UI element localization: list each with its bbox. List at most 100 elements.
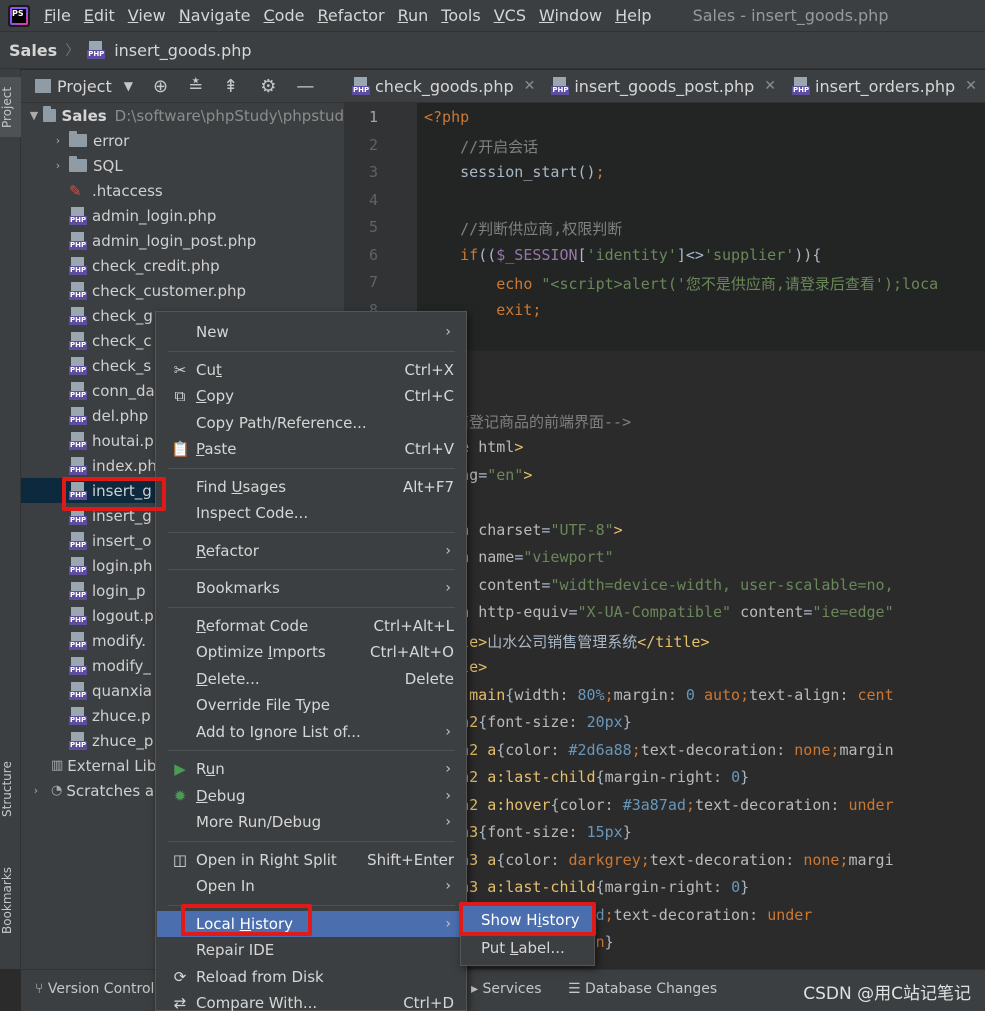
tree-item-label: admin_login_post.php	[92, 231, 257, 250]
menu-item-more-run-debug[interactable]: More Run/Debug ›	[157, 809, 465, 835]
tree-item-label: insert_g	[92, 481, 152, 500]
menu-item-delete[interactable]: Delete... Delete	[157, 666, 465, 692]
menu-item-reformat-code[interactable]: Reformat Code Ctrl+Alt+L	[157, 613, 465, 639]
editor-tab-check-goods-php[interactable]: check_goods.php ✕	[344, 70, 543, 102]
menu-window[interactable]: Window	[539, 6, 602, 25]
menu-help[interactable]: Help	[615, 6, 651, 25]
phpstorm-logo-icon: PS	[8, 4, 30, 27]
menu-view[interactable]: View	[128, 6, 166, 25]
menu-items: File Edit View Navigate Code Refactor Run Tools…	[44, 6, 665, 25]
chevron-down-icon[interactable]: ▼	[124, 79, 133, 93]
code-line: <?php	[424, 108, 470, 126]
menu-item-shortcut: Ctrl+X	[404, 360, 454, 379]
database-changes-tab[interactable]: ☰ Database Changes	[568, 981, 717, 997]
collapse-all-icon[interactable]: ⇞	[223, 76, 238, 97]
menu-item-bookmarks[interactable]: Bookmarks ›	[157, 575, 465, 601]
hide-icon[interactable]: —	[296, 76, 314, 97]
menu-item-repair-ide[interactable]: Repair IDE	[157, 937, 465, 963]
gear-icon[interactable]: ⚙	[260, 76, 276, 97]
submenu-item-show-history[interactable]: Show History	[462, 906, 593, 934]
menu-item-label: Copy Path/Reference...	[196, 413, 367, 432]
tree-file[interactable]: admin_login_post.php	[21, 228, 344, 253]
tree-file[interactable]: admin_login.php	[21, 203, 344, 228]
menu-item-copy-path-reference[interactable]: Copy Path/Reference...	[157, 410, 465, 436]
tree-root[interactable]: ▼ Sales D:\software\phpStudy\phpstud	[21, 103, 344, 128]
menu-item-add-to-ignore-list-of[interactable]: Add to Ignore List of... ›	[157, 719, 465, 745]
menu-file[interactable]: File	[44, 6, 71, 25]
breadcrumb-file[interactable]: insert_goods.php	[87, 41, 252, 60]
menu-item-open-in-right-split[interactable]: ◫ Open in Right Split Shift+Enter	[157, 847, 465, 873]
menu-item-paste[interactable]: 📋 Paste Ctrl+V	[157, 436, 465, 462]
watermark: CSDN @用C站记笔记	[803, 984, 971, 1004]
tree-folder[interactable]: › error	[21, 128, 344, 153]
services-tab[interactable]: ▸ Services	[471, 981, 542, 997]
code-editor[interactable]: <?php //开启会话 session_start(); //判断供应商,权限…	[417, 103, 985, 969]
chevron-right-icon: ›	[445, 542, 451, 559]
tree-file[interactable]: check_customer.php	[21, 278, 344, 303]
php-file-icon	[69, 406, 88, 425]
project-tool-tab[interactable]: Project	[0, 77, 21, 137]
menu-item-run[interactable]: ▶ Run ›	[157, 756, 465, 782]
submenu-item-put-label[interactable]: Put Label...	[462, 934, 593, 962]
menu-item-open-in[interactable]: Open In ›	[157, 873, 465, 899]
version-control-tab[interactable]: ⑂ Version Control	[35, 981, 154, 997]
project-icon	[35, 79, 51, 93]
menu-item-reload-from-disk[interactable]: ⟳ Reload from Disk	[157, 964, 465, 990]
menu-item-copy[interactable]: ⧉ Copy Ctrl+C	[157, 383, 465, 409]
chevron-down-icon[interactable]: ▼	[29, 109, 39, 122]
menu-item-override-file-type[interactable]: Override File Type	[157, 692, 465, 718]
php-file-icon	[69, 581, 88, 600]
close-icon[interactable]: ✕	[524, 78, 536, 94]
menu-item-new[interactable]: New ›	[157, 319, 465, 345]
close-icon[interactable]: ✕	[965, 78, 977, 94]
structure-tool-tab[interactable]: Structure	[0, 759, 21, 819]
menu-code[interactable]: Code	[264, 6, 305, 25]
tree-item-label: conn_da	[92, 381, 155, 400]
chevron-right-icon: ›	[445, 915, 451, 932]
php-file-icon	[551, 77, 570, 95]
chevron-right-icon[interactable]: ›	[29, 784, 43, 797]
bookmarks-tool-tab[interactable]: Bookmarks	[0, 864, 21, 936]
menu-item-label: Override File Type	[196, 696, 330, 714]
menu-bar: PS File Edit View Navigate Code Refactor Run To…	[0, 0, 985, 31]
tree-folder[interactable]: › SQL	[21, 153, 344, 178]
tree-item-label: insert_g	[92, 506, 152, 525]
database-changes-label: Database Changes	[585, 981, 718, 997]
menu-item-refactor[interactable]: Refactor ›	[157, 538, 465, 564]
menu-item-local-history[interactable]: Local History ›	[157, 910, 465, 937]
menu-navigate[interactable]: Navigate	[179, 6, 251, 25]
menu-item-compare-with[interactable]: ⇄ Compare With... Ctrl+D	[157, 990, 465, 1011]
submenu-item-label: Put Label...	[481, 939, 565, 957]
editor-tab-label: insert_orders.php	[815, 76, 956, 96]
folder-icon	[69, 131, 87, 147]
menu-item-inspect-code[interactable]: Inspect Code...	[157, 500, 465, 526]
php-file-icon	[69, 456, 88, 475]
locate-icon[interactable]: ⊕	[153, 76, 168, 97]
menu-refactor[interactable]: Refactor	[317, 6, 384, 25]
editor-tabs-list: check_goods.php✕insert_goods_post.php✕in…	[344, 70, 985, 102]
menu-item-find-usages[interactable]: Find Usages Alt+F7	[157, 474, 465, 500]
close-icon[interactable]: ✕	[764, 78, 776, 94]
cut-icon: ✂	[173, 360, 187, 379]
tree-file[interactable]: ✎ .htaccess	[21, 178, 344, 203]
menu-item-optimize-imports[interactable]: Optimize Imports Ctrl+Alt+O	[157, 639, 465, 665]
editor-tab-insert-goods-post-php[interactable]: insert_goods_post.php ✕	[543, 70, 784, 102]
menu-edit[interactable]: Edit	[84, 6, 115, 25]
context-menu: New › ✂ Cut Ctrl+X ⧉ Copy Ctrl+C Copy Path/Refer…	[155, 311, 467, 1011]
breadcrumb-project[interactable]: Sales	[9, 41, 57, 60]
editor-tab-insert-orders-php[interactable]: insert_orders.php ✕	[784, 70, 985, 102]
tree-file[interactable]: check_credit.php	[21, 253, 344, 278]
menu-item-cut[interactable]: ✂ Cut Ctrl+X	[157, 357, 465, 383]
menu-run[interactable]: Run	[398, 6, 429, 25]
project-panel-title[interactable]: Project	[57, 77, 112, 96]
line-number: 1	[368, 108, 378, 126]
code-line: echo "<script>alert('您不是供应商,请登录后查看');loc…	[496, 275, 939, 293]
expand-all-icon[interactable]: ≛	[188, 76, 203, 97]
run-icon: ▶	[174, 760, 186, 778]
menu-tools[interactable]: Tools	[441, 6, 480, 25]
chevron-right-icon[interactable]: ›	[51, 159, 65, 172]
split-icon: ◫	[172, 850, 188, 869]
chevron-right-icon[interactable]: ›	[51, 134, 65, 147]
menu-item-debug[interactable]: ✹ Debug ›	[157, 783, 465, 809]
menu-vcs[interactable]: VCS	[494, 6, 526, 25]
